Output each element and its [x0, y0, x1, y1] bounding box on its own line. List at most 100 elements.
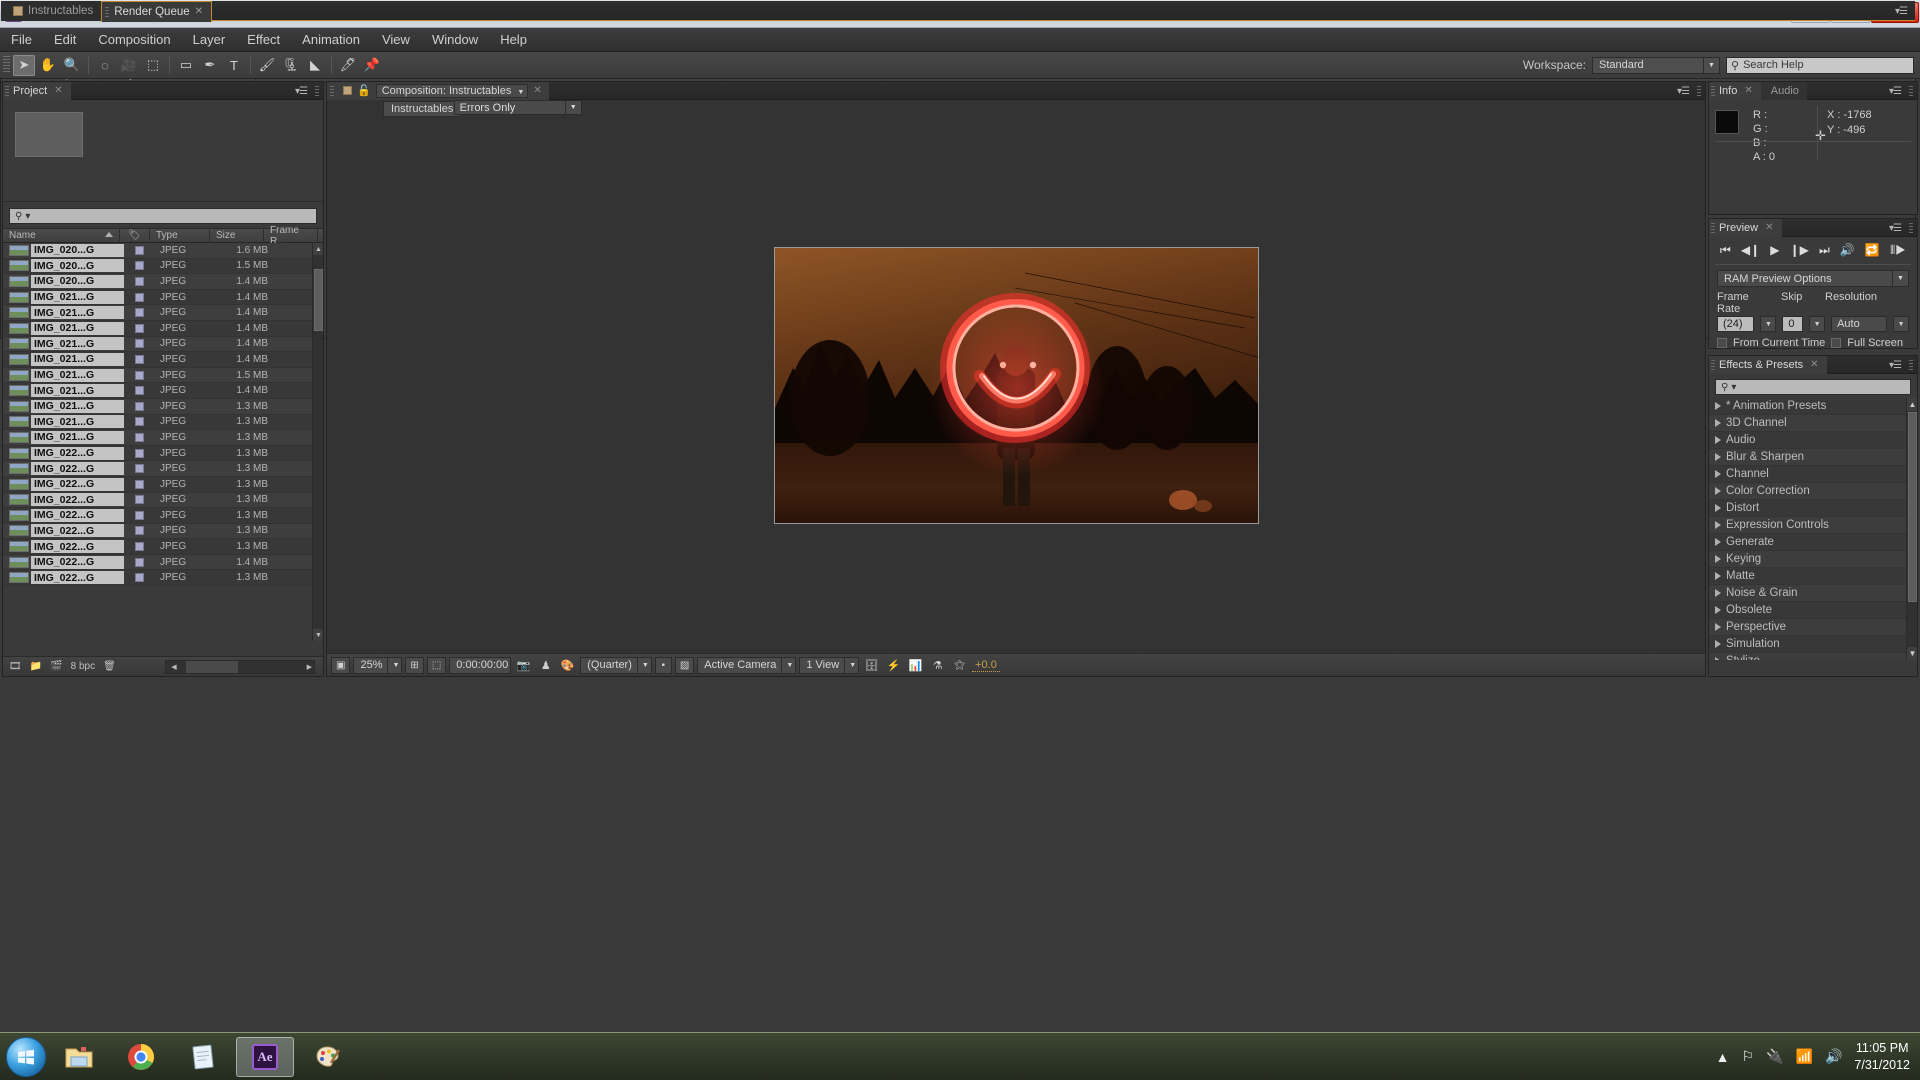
- close-icon[interactable]: ✕: [533, 85, 541, 96]
- tab-instructables-timeline[interactable]: Instructables: [1, 1, 101, 21]
- effect-category-row[interactable]: Stylize: [1709, 653, 1917, 660]
- region-of-interest-toggle-icon[interactable]: ▪: [655, 657, 672, 674]
- taskbar-explorer-icon[interactable]: [50, 1037, 108, 1077]
- panel-menu-icon[interactable]: ▾☰: [295, 86, 307, 97]
- panel-menu-icon[interactable]: ▾☰: [1889, 223, 1901, 234]
- column-header-label[interactable]: 🏷: [120, 228, 150, 243]
- tab-audio[interactable]: Audio: [1761, 82, 1807, 100]
- effect-category-row[interactable]: Simulation: [1709, 636, 1917, 653]
- project-file-row[interactable]: IMG_021...GJPEG1.4 MB: [3, 321, 323, 337]
- effect-category-row[interactable]: 3D Channel: [1709, 415, 1917, 432]
- close-icon[interactable]: ✕: [54, 85, 62, 96]
- effect-category-row[interactable]: Blur & Sharpen: [1709, 449, 1917, 466]
- project-file-row[interactable]: IMG_021...GJPEG1.4 MB: [3, 383, 323, 399]
- resolution-select[interactable]: (Quarter) ▼: [580, 657, 652, 674]
- file-label-swatch[interactable]: [124, 293, 154, 302]
- scroll-right-icon[interactable]: ▶: [307, 663, 312, 671]
- transparency-grid-icon[interactable]: ▨: [675, 657, 694, 674]
- project-file-row[interactable]: IMG_021...GJPEG1.4 MB: [3, 352, 323, 368]
- type-tool[interactable]: T: [223, 55, 245, 76]
- project-file-row[interactable]: IMG_021...GJPEG1.5 MB: [3, 368, 323, 384]
- menu-view[interactable]: View: [371, 29, 421, 50]
- tab-info[interactable]: Info ✕: [1709, 82, 1761, 100]
- zoom-tool[interactable]: 🔍: [61, 55, 83, 76]
- effect-category-row[interactable]: * Animation Presets: [1709, 398, 1917, 415]
- effects-search-input[interactable]: ⚲ ▾: [1715, 379, 1911, 395]
- tab-effects-presets[interactable]: Effects & Presets ✕: [1709, 356, 1827, 374]
- channel-rgb-icon[interactable]: 🎨: [558, 657, 577, 674]
- tab-render-queue[interactable]: Render Queue ✕: [101, 1, 212, 22]
- project-file-row[interactable]: IMG_021...GJPEG1.3 MB: [3, 399, 323, 415]
- panel-grip-icon[interactable]: [1909, 360, 1913, 370]
- workspace-select[interactable]: Standard ▼: [1592, 57, 1720, 74]
- hand-tool[interactable]: ✋: [37, 55, 59, 76]
- menu-composition[interactable]: Composition: [87, 29, 181, 50]
- file-label-swatch[interactable]: [124, 402, 154, 411]
- taskbar-notepad-icon[interactable]: [174, 1037, 232, 1077]
- ram-preview-options-select[interactable]: RAM Preview Options ▼: [1717, 270, 1909, 287]
- menu-edit[interactable]: Edit: [43, 29, 87, 50]
- first-frame-icon[interactable]: ⏮: [1720, 243, 1731, 258]
- start-button[interactable]: [6, 1037, 46, 1077]
- file-label-swatch[interactable]: [124, 324, 154, 333]
- scroll-up-icon[interactable]: ▲: [1907, 398, 1917, 411]
- file-label-swatch[interactable]: [124, 261, 154, 270]
- last-frame-icon[interactable]: ⏭: [1819, 243, 1830, 258]
- expand-triangle-icon[interactable]: [1715, 521, 1721, 529]
- file-label-swatch[interactable]: [124, 464, 154, 473]
- new-comp-icon[interactable]: 🎞: [9, 661, 22, 672]
- column-header-size[interactable]: Size: [210, 228, 264, 243]
- zoom-level-select[interactable]: 25% ▼: [353, 657, 402, 674]
- close-icon[interactable]: ✕: [1744, 85, 1752, 96]
- new-folder-icon[interactable]: 📁: [30, 661, 42, 672]
- hscrollbar-thumb[interactable]: [186, 661, 238, 673]
- file-label-swatch[interactable]: [124, 480, 154, 489]
- panel-grip-icon[interactable]: [315, 86, 319, 96]
- previous-frame-icon[interactable]: ◀❙: [1741, 243, 1760, 257]
- scroll-left-icon[interactable]: ◀: [166, 663, 182, 671]
- fast-previews-icon[interactable]: ⚡: [884, 657, 903, 674]
- effect-category-row[interactable]: Keying: [1709, 551, 1917, 568]
- column-header-framerate[interactable]: Frame R...: [264, 228, 318, 243]
- show-hidden-icons-icon[interactable]: ▲: [1716, 1049, 1730, 1065]
- file-label-swatch[interactable]: [124, 277, 154, 286]
- effect-category-row[interactable]: Noise & Grain: [1709, 585, 1917, 602]
- file-label-swatch[interactable]: [124, 573, 154, 582]
- lock-icon[interactable]: 🔓: [357, 84, 371, 97]
- project-file-row[interactable]: IMG_022...GJPEG1.3 MB: [3, 524, 323, 540]
- project-file-row[interactable]: IMG_022...GJPEG1.3 MB: [3, 446, 323, 462]
- taskbar-after-effects-icon[interactable]: Ae: [236, 1037, 294, 1077]
- frame-rate-dropdown-icon[interactable]: ▼: [1760, 316, 1776, 332]
- project-file-row[interactable]: IMG_020...GJPEG1.6 MB: [3, 243, 323, 259]
- effect-category-row[interactable]: Channel: [1709, 466, 1917, 483]
- project-file-row[interactable]: IMG_022...GJPEG1.3 MB: [3, 508, 323, 524]
- file-label-swatch[interactable]: [124, 511, 154, 520]
- project-search-input[interactable]: ⚲ ▾: [9, 208, 317, 224]
- scrollbar-thumb[interactable]: [314, 269, 323, 331]
- column-header-type[interactable]: Type: [150, 228, 210, 243]
- roto-brush-tool[interactable]: 🖊: [337, 55, 359, 76]
- pixel-aspect-correction-icon[interactable]: 🗄: [862, 657, 881, 674]
- file-label-swatch[interactable]: [124, 558, 154, 567]
- loop-icon[interactable]: 🔁: [1865, 243, 1880, 257]
- resolution-dropdown-icon[interactable]: ▼: [1893, 316, 1909, 332]
- toggle-viewer-icon[interactable]: ▣: [331, 657, 350, 674]
- project-file-row[interactable]: IMG_021...GJPEG1.4 MB: [3, 305, 323, 321]
- network-icon[interactable]: 📶: [1796, 1048, 1813, 1065]
- expand-triangle-icon[interactable]: [1715, 453, 1721, 461]
- close-icon[interactable]: ✕: [195, 6, 203, 17]
- project-file-row[interactable]: IMG_021...GJPEG1.3 MB: [3, 415, 323, 431]
- menu-layer[interactable]: Layer: [182, 29, 237, 50]
- taskbar-paint-icon[interactable]: [298, 1037, 356, 1077]
- current-time-field[interactable]: 0:00:00:00: [449, 657, 511, 674]
- scroll-down-icon[interactable]: ▼: [1907, 647, 1917, 660]
- menu-file[interactable]: File: [0, 29, 43, 50]
- expand-triangle-icon[interactable]: [1715, 623, 1721, 631]
- project-file-row[interactable]: IMG_022...GJPEG1.4 MB: [3, 555, 323, 571]
- effect-category-row[interactable]: Expression Controls: [1709, 517, 1917, 534]
- file-label-swatch[interactable]: [124, 355, 154, 364]
- expand-triangle-icon[interactable]: [1715, 487, 1721, 495]
- project-file-row[interactable]: IMG_021...GJPEG1.4 MB: [3, 290, 323, 306]
- effect-category-row[interactable]: Color Correction: [1709, 483, 1917, 500]
- panel-menu-icon[interactable]: ▾☰: [1889, 360, 1901, 371]
